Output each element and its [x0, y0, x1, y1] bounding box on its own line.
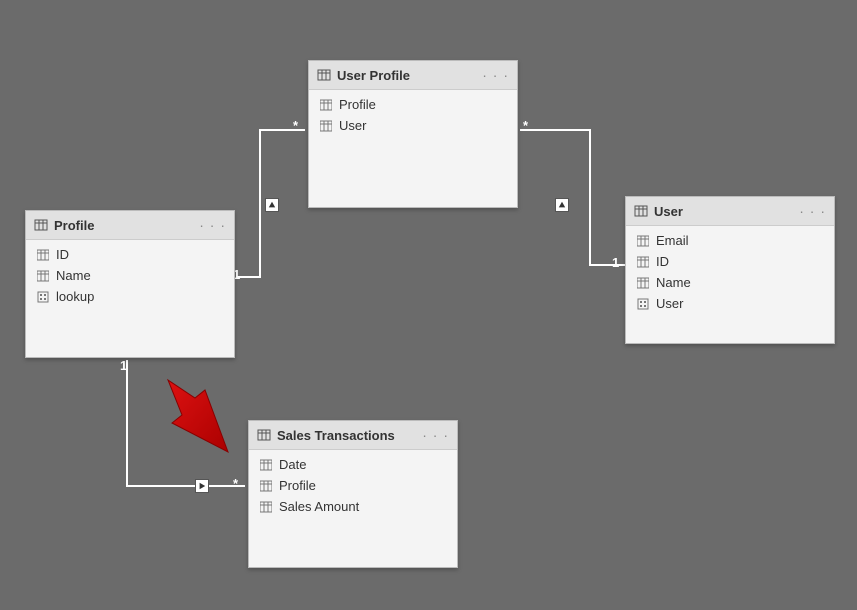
field-row[interactable]: Sales Amount	[249, 496, 457, 517]
field-row[interactable]: ID	[626, 251, 834, 272]
field-row[interactable]: User	[309, 115, 517, 136]
measure-icon	[36, 290, 50, 304]
field-row[interactable]: Profile	[309, 94, 517, 115]
field-name: Profile	[339, 97, 376, 112]
column-icon	[319, 98, 333, 112]
table-fields: Profile User	[309, 90, 517, 190]
field-row[interactable]: Name	[26, 265, 234, 286]
field-row[interactable]: Name	[626, 272, 834, 293]
field-name: User	[339, 118, 366, 133]
table-fields: ID Name lookup	[26, 240, 234, 340]
table-icon	[34, 218, 48, 232]
column-icon	[259, 479, 273, 493]
field-name: Sales Amount	[279, 499, 359, 514]
cardinality-many: *	[293, 118, 298, 133]
table-title: User Profile	[337, 68, 476, 83]
column-icon	[636, 255, 650, 269]
cardinality-one: 1	[120, 358, 127, 373]
column-icon	[319, 119, 333, 133]
filter-direction-icon	[555, 198, 569, 212]
field-name: ID	[56, 247, 69, 262]
more-options-icon[interactable]: · · ·	[422, 427, 449, 443]
field-row[interactable]: ID	[26, 244, 234, 265]
table-icon	[634, 204, 648, 218]
filter-direction-icon	[265, 198, 279, 212]
table-title: Sales Transactions	[277, 428, 416, 443]
column-icon	[36, 269, 50, 283]
field-row[interactable]: User	[626, 293, 834, 314]
filter-direction-icon	[195, 479, 209, 493]
more-options-icon[interactable]: · · ·	[199, 217, 226, 233]
table-title: Profile	[54, 218, 193, 233]
column-icon	[259, 458, 273, 472]
field-name: ID	[656, 254, 669, 269]
field-row[interactable]: lookup	[26, 286, 234, 307]
table-fields: Date Profile Sales Amount	[249, 450, 457, 550]
table-user[interactable]: User · · · Email ID Name User	[625, 196, 835, 344]
table-title: User	[654, 204, 793, 219]
table-header[interactable]: User Profile · · ·	[309, 61, 517, 90]
field-row[interactable]: Profile	[249, 475, 457, 496]
field-name: Date	[279, 457, 306, 472]
table-profile[interactable]: Profile · · · ID Name lookup	[25, 210, 235, 358]
field-name: User	[656, 296, 683, 311]
table-sales-transactions[interactable]: Sales Transactions · · · Date Profile Sa…	[248, 420, 458, 568]
more-options-icon[interactable]: · · ·	[799, 203, 826, 219]
field-name: lookup	[56, 289, 94, 304]
column-icon	[259, 500, 273, 514]
field-name: Name	[56, 268, 91, 283]
measure-icon	[636, 297, 650, 311]
field-row[interactable]: Email	[626, 230, 834, 251]
field-name: Email	[656, 233, 689, 248]
column-icon	[636, 276, 650, 290]
table-fields: Email ID Name User	[626, 226, 834, 326]
table-icon	[317, 68, 331, 82]
more-options-icon[interactable]: · · ·	[482, 67, 509, 83]
table-icon	[257, 428, 271, 442]
field-row[interactable]: Date	[249, 454, 457, 475]
cardinality-many: *	[233, 476, 238, 491]
table-header[interactable]: Sales Transactions · · ·	[249, 421, 457, 450]
field-name: Name	[656, 275, 691, 290]
cardinality-one: 1	[612, 255, 619, 270]
column-icon	[36, 248, 50, 262]
table-user-profile[interactable]: User Profile · · · Profile User	[308, 60, 518, 208]
table-header[interactable]: User · · ·	[626, 197, 834, 226]
cardinality-many: *	[523, 118, 528, 133]
column-icon	[636, 234, 650, 248]
table-header[interactable]: Profile · · ·	[26, 211, 234, 240]
field-name: Profile	[279, 478, 316, 493]
